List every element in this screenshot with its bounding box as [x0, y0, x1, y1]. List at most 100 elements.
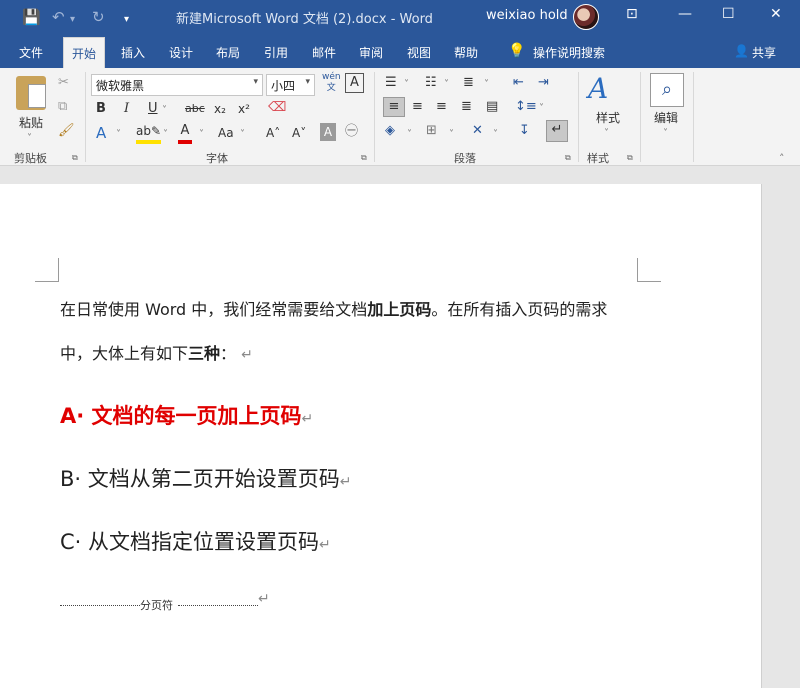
shrink-font-button[interactable]: A˅ [292, 124, 306, 142]
list-item-c[interactable]: C· 从文档指定位置设置页码↵ [60, 526, 331, 556]
tab-design[interactable]: 设计 [169, 44, 193, 61]
font-size-select[interactable]: 小四 ▾ [266, 74, 315, 96]
tab-review[interactable]: 审阅 [359, 44, 383, 61]
user-name[interactable]: weixiao hold [486, 8, 568, 23]
paragraph-group-label: 段落 [454, 152, 476, 165]
styles-dropdown-icon[interactable]: ˅ [604, 125, 609, 143]
tab-help[interactable]: 帮助 [454, 44, 478, 61]
multilevel-list-dropdown-icon[interactable]: ˅ [484, 76, 489, 94]
styles-group-label: 样式 [587, 152, 609, 165]
avatar[interactable] [573, 4, 599, 30]
crop-mark-top-left [35, 258, 59, 282]
paste-button[interactable]: 粘贴 [19, 114, 43, 131]
borders-dropdown-icon[interactable]: ˅ [449, 126, 454, 144]
numbering-icon[interactable]: ☷ [425, 74, 437, 92]
character-border-icon[interactable]: A [345, 73, 364, 93]
change-case-dropdown-icon[interactable]: ˅ [240, 126, 245, 144]
text-effects-dropdown-icon[interactable]: ˅ [116, 126, 121, 144]
text-effects-icon[interactable]: A [96, 124, 106, 142]
font-size-value: 小四 [271, 79, 296, 93]
tab-file[interactable]: 文件 [19, 44, 43, 61]
tab-insert[interactable]: 插入 [121, 44, 145, 61]
ribbon-display-options-icon[interactable]: ⊡ [626, 6, 638, 22]
paste-icon[interactable] [16, 76, 46, 110]
distributed-icon[interactable]: ▤ [486, 98, 498, 116]
save-icon[interactable]: 💾 [22, 7, 41, 27]
tab-home[interactable]: 开始 [63, 37, 106, 68]
maximize-icon[interactable]: ☐ [722, 6, 735, 22]
cut-icon[interactable]: ✂ [58, 74, 69, 92]
font-color-dropdown-icon[interactable]: ˅ [199, 126, 204, 144]
sort-icon[interactable]: ↧ [519, 122, 530, 140]
align-left-icon[interactable]: ≡ [383, 97, 405, 117]
tell-me-search[interactable]: 操作说明搜索 [533, 44, 605, 61]
share-icon[interactable]: 👤 [734, 44, 749, 58]
chinese-layout-dropdown-icon[interactable]: ˅ [493, 126, 498, 144]
undo-icon[interactable]: ↶ [52, 7, 65, 27]
align-center-icon[interactable]: ≡ [412, 98, 423, 116]
customize-quick-access-icon[interactable]: ▾ [124, 10, 129, 30]
close-icon[interactable]: ✕ [770, 6, 782, 22]
line-spacing-icon[interactable]: ↕≡ [515, 98, 537, 116]
minimize-icon[interactable]: — [678, 6, 692, 22]
multilevel-list-icon[interactable]: ≣ [463, 74, 474, 92]
clear-formatting-icon[interactable]: ⌫ [268, 99, 286, 117]
decrease-indent-icon[interactable]: ⇤ [513, 74, 524, 92]
character-shading-icon[interactable]: A [320, 123, 336, 141]
line-spacing-dropdown-icon[interactable]: ˅ [539, 100, 544, 118]
styles-button[interactable]: 样式 [596, 109, 620, 126]
editing-dropdown-icon[interactable]: ˅ [663, 125, 668, 143]
underline-dropdown-icon[interactable]: ˅ [162, 102, 167, 120]
paragraph-mark: ↵ [339, 474, 352, 490]
chinese-layout-icon[interactable]: ✕ [472, 122, 483, 140]
italic-button[interactable]: I [124, 100, 129, 118]
superscript-button[interactable]: x² [238, 100, 250, 118]
underline-button[interactable]: U [148, 100, 158, 118]
copy-icon[interactable]: ⧉ [58, 98, 67, 116]
borders-icon[interactable]: ⊞ [426, 122, 437, 140]
increase-indent-icon[interactable]: ⇥ [538, 74, 549, 92]
tab-view[interactable]: 视图 [407, 44, 431, 61]
grow-font-button[interactable]: A˄ [266, 124, 280, 142]
search-icon[interactable]: ⌕ [650, 73, 684, 107]
undo-dropdown-icon[interactable]: ▾ [70, 10, 75, 30]
paste-dropdown-icon[interactable]: ˅ [27, 130, 32, 148]
show-hide-marks-icon[interactable]: ↵ [546, 120, 568, 142]
shading-dropdown-icon[interactable]: ˅ [407, 126, 412, 144]
tab-layout[interactable]: 布局 [216, 44, 240, 61]
subscript-button[interactable]: x₂ [214, 100, 226, 118]
bullets-icon[interactable]: ☰ [385, 74, 397, 92]
font-color-icon[interactable]: A [178, 122, 192, 144]
paragraph-launcher-icon[interactable]: ⧉ [565, 153, 571, 163]
para1-text-end: 。在所有插入页码的需求 [431, 300, 608, 319]
styles-icon[interactable]: A [588, 72, 608, 105]
tab-mailings[interactable]: 邮件 [312, 44, 336, 61]
redo-icon[interactable]: ↻ [92, 7, 105, 27]
clipboard-group-label: 剪贴板 [14, 152, 47, 165]
font-launcher-icon[interactable]: ⧉ [361, 153, 367, 163]
phonetic-guide-icon[interactable]: wén 文 [322, 72, 341, 94]
format-painter-icon[interactable]: 🖌 [58, 122, 75, 140]
change-case-button[interactable]: Aa [218, 124, 234, 142]
clipboard-launcher-icon[interactable]: ⧉ [72, 153, 78, 163]
list-item-b[interactable]: B· 文档从第二页开始设置页码↵ [60, 463, 352, 493]
styles-launcher-icon[interactable]: ⧉ [627, 153, 633, 163]
share-button[interactable]: 共享 [752, 44, 776, 61]
shading-icon[interactable]: ◈ [385, 122, 395, 140]
editing-button[interactable]: 编辑 [654, 109, 678, 126]
numbering-dropdown-icon[interactable]: ˅ [444, 76, 449, 94]
justify-icon[interactable]: ≣ [461, 98, 472, 116]
bold-button[interactable]: B [96, 100, 106, 118]
align-right-icon[interactable]: ≡ [436, 98, 447, 116]
paragraph-2[interactable]: 中，大体上有如下三种： ↵ [60, 340, 253, 364]
paragraph-1[interactable]: 在日常使用 Word 中，我们经常需要给文档加上页码。在所有插入页码的需求 [60, 296, 607, 320]
enclose-characters-icon[interactable]: ㊀ [345, 123, 358, 141]
list-item-a[interactable]: A· 文档的每一页加上页码↵ [60, 400, 313, 430]
tab-references[interactable]: 引用 [264, 44, 288, 61]
highlight-dropdown-icon[interactable]: ˅ [163, 126, 168, 144]
strikethrough-button[interactable]: abc [185, 100, 205, 118]
highlight-icon[interactable]: ab✎ [136, 122, 162, 144]
crop-mark-top-right [637, 258, 661, 282]
font-name-select[interactable]: 微软雅黑 ▾ [91, 74, 263, 96]
bullets-dropdown-icon[interactable]: ˅ [404, 76, 409, 94]
